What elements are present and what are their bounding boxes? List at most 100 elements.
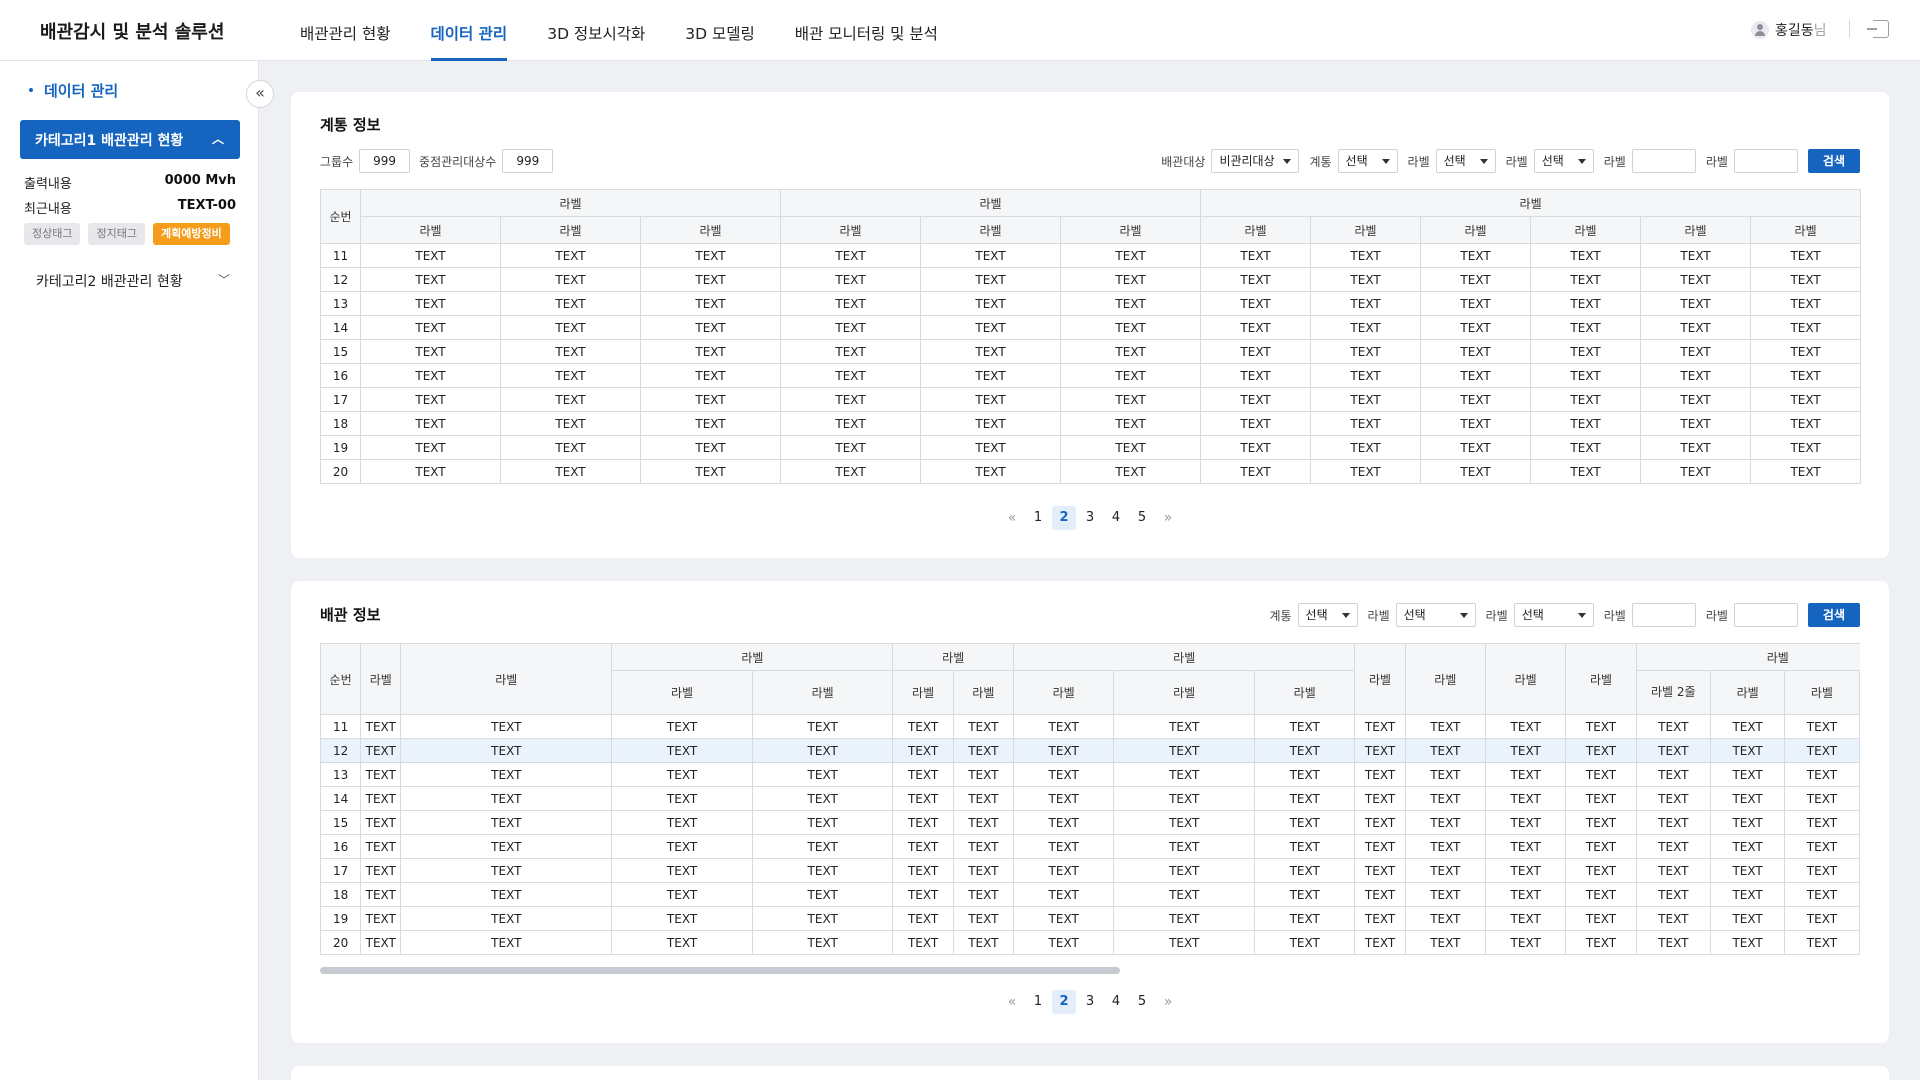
label-input-1[interactable] [1631, 603, 1696, 627]
table-row[interactable]: 17 TEXT TEXT TEXT TEXT TEXT TEXT TEXT TEXT TEXT TE… [320, 387, 1862, 412]
table-cell: TEXT [1310, 243, 1422, 268]
search-button[interactable]: 검색 [1807, 603, 1860, 627]
page-number[interactable]: 3 [1078, 990, 1102, 1014]
col-header: 라벨 [1200, 216, 1312, 244]
table-row[interactable]: 18 TEXT TEXT TEXT TEXT TEXT TEXT TEXT TEXT TEXT TE… [320, 882, 1860, 907]
system-info-panel: 계통 정보 그룹수 999 중점관리대상수 999 배관대상 비관리대상 계통 … [291, 92, 1889, 558]
system-select[interactable]: 선택 [1297, 603, 1358, 627]
table-cell: TEXT [639, 315, 782, 340]
table-cell: TEXT [400, 762, 613, 787]
table-cell: TEXT [1012, 834, 1115, 859]
table-row[interactable]: 11 TEXT TEXT TEXT TEXT TEXT TEXT TEXT TEXT TEXT TE… [320, 243, 1862, 268]
table-cell: TEXT [1420, 459, 1532, 484]
table-cell: TEXT [360, 267, 501, 292]
nav-item-monitoring-analysis[interactable]: 배관 모니터링 및 분석 [795, 0, 938, 61]
table-cell: TEXT [1484, 834, 1567, 859]
table-row[interactable]: 18 TEXT TEXT TEXT TEXT TEXT TEXT TEXT TEXT TEXT TE… [320, 411, 1862, 436]
table-cell: TEXT [611, 714, 753, 739]
page-number[interactable]: 2 [1052, 990, 1076, 1014]
table-row[interactable]: 15 TEXT TEXT TEXT TEXT TEXT TEXT TEXT TEXT TEXT TE… [320, 339, 1862, 364]
label-input-2[interactable] [1733, 149, 1798, 173]
table-row[interactable]: 16 TEXT TEXT TEXT TEXT TEXT TEXT TEXT TEXT TEXT TE… [320, 834, 1860, 859]
table-row[interactable]: 12 TEXT TEXT TEXT TEXT TEXT TEXT TEXT TEXT TEXT TE… [320, 738, 1860, 763]
table-cell: TEXT [1060, 363, 1202, 388]
table-cell: TEXT [1784, 906, 1860, 931]
table-row[interactable]: 14 TEXT TEXT TEXT TEXT TEXT TEXT TEXT TEXT TEXT TE… [320, 315, 1862, 340]
table-cell: TEXT [1640, 243, 1752, 268]
page-number[interactable]: 1 [1026, 990, 1050, 1014]
page-number[interactable]: 5 [1130, 506, 1154, 530]
table-row[interactable]: 11 TEXT TEXT TEXT TEXT TEXT TEXT TEXT TEXT TEXT TE… [320, 714, 1860, 739]
nav-item-3d-visualization[interactable]: 3D 정보시각화 [547, 0, 645, 61]
col-header [1858, 670, 1860, 715]
next-page-icon[interactable]: » [1156, 506, 1180, 530]
table-cell [1858, 762, 1860, 787]
table-row[interactable]: 12 TEXT TEXT TEXT TEXT TEXT TEXT TEXT TEXT TEXT TE… [320, 267, 1862, 292]
table-cell: TEXT [952, 786, 1014, 811]
table-cell: TEXT [1750, 411, 1862, 436]
table-cell: TEXT [1565, 714, 1637, 739]
table-cell: TEXT [1565, 834, 1637, 859]
table-row[interactable]: 19 TEXT TEXT TEXT TEXT TEXT TEXT TEXT TEXT TEXT TE… [320, 906, 1860, 931]
label-select-2[interactable]: 선택 [1533, 149, 1594, 173]
table-row[interactable]: 19 TEXT TEXT TEXT TEXT TEXT TEXT TEXT TEXT TEXT TE… [320, 435, 1862, 460]
table-row[interactable]: 13 TEXT TEXT TEXT TEXT TEXT TEXT TEXT TEXT TEXT TE… [320, 762, 1860, 787]
table-cell: TEXT [892, 906, 954, 931]
label-input-2[interactable] [1733, 603, 1798, 627]
group-header: 라벨 [611, 643, 894, 671]
table-row[interactable]: 20 TEXT TEXT TEXT TEXT TEXT TEXT TEXT TEXT TEXT TE… [320, 930, 1860, 955]
label-select-1[interactable]: 선택 [1395, 603, 1476, 627]
table-cell: TEXT [500, 339, 641, 364]
pipe-target-select[interactable]: 비관리대상 [1211, 149, 1300, 173]
page-number[interactable]: 5 [1130, 990, 1154, 1014]
table-cell: TEXT [952, 858, 1014, 883]
table-cell: TEXT [1530, 339, 1642, 364]
sidebar-category-2[interactable]: 카테고리2 배관관리 현황 ﹀ [36, 271, 230, 291]
table-cell: TEXT [360, 738, 402, 763]
sidebar-collapse-button[interactable]: « [246, 80, 274, 108]
tag-planned-maintenance[interactable]: 계획예방정비 [152, 223, 230, 245]
table-cell: TEXT [1113, 834, 1255, 859]
label-input-1[interactable] [1631, 149, 1696, 173]
table-cell: TEXT [1530, 315, 1642, 340]
table-cell: TEXT [1784, 834, 1860, 859]
logout-icon[interactable] [1867, 20, 1889, 38]
table-cell: TEXT [1640, 459, 1752, 484]
page-number[interactable]: 4 [1104, 990, 1128, 1014]
nav-item-pipe-status[interactable]: 배관관리 현황 [300, 0, 391, 61]
table-cell: TEXT [400, 810, 613, 835]
page-number[interactable]: 1 [1026, 506, 1050, 530]
table-cell: TEXT [920, 363, 1062, 388]
prev-page-icon[interactable]: « [1000, 990, 1024, 1014]
table-row[interactable]: 15 TEXT TEXT TEXT TEXT TEXT TEXT TEXT TEXT TEXT TE… [320, 810, 1860, 835]
table-cell: TEXT [1565, 786, 1637, 811]
col-header: 라벨 [1310, 216, 1422, 244]
tag-stopped[interactable]: 정지태그 [88, 223, 145, 245]
table-cell: TEXT [1253, 858, 1356, 883]
system-select[interactable]: 선택 [1337, 149, 1398, 173]
tag-normal[interactable]: 정상태그 [24, 223, 81, 245]
label-select-1[interactable]: 선택 [1435, 149, 1496, 173]
page-number[interactable]: 4 [1104, 506, 1128, 530]
col-header: 라벨 [1012, 670, 1115, 715]
nav-item-data-management[interactable]: 데이터 관리 [430, 0, 507, 61]
table-row[interactable]: 16 TEXT TEXT TEXT TEXT TEXT TEXT TEXT TEXT TEXT TE… [320, 363, 1862, 388]
page-number[interactable]: 3 [1078, 506, 1102, 530]
page-number[interactable]: 2 [1052, 506, 1076, 530]
horizontal-scrollbar[interactable] [320, 967, 1120, 974]
next-page-icon[interactable]: » [1156, 990, 1180, 1014]
table-row[interactable]: 14 TEXT TEXT TEXT TEXT TEXT TEXT TEXT TEXT TEXT TE… [320, 786, 1860, 811]
table-row[interactable]: 17 TEXT TEXT TEXT TEXT TEXT TEXT TEXT TEXT TEXT TE… [320, 858, 1860, 883]
table-row[interactable]: 20 TEXT TEXT TEXT TEXT TEXT TEXT TEXT TEXT TEXT TE… [320, 459, 1862, 484]
label-select-2[interactable]: 선택 [1513, 603, 1594, 627]
sidebar-category-1[interactable]: 카테고리1 배관관리 현황 ︿ [20, 120, 240, 159]
nav-item-3d-modeling[interactable]: 3D 모델링 [685, 0, 755, 61]
table-row[interactable]: 13 TEXT TEXT TEXT TEXT TEXT TEXT TEXT TEXT TEXT TE… [320, 291, 1862, 316]
user-menu[interactable]: 홍길동 님 [1751, 20, 1827, 40]
prev-page-icon[interactable]: « [1000, 506, 1024, 530]
row-number: 19 [320, 906, 362, 931]
search-button[interactable]: 검색 [1807, 149, 1860, 173]
pipe-table-scroll[interactable]: 순번 라벨 라벨 라벨 라벨 라벨 라벨 라벨 라벨 라벨 라벨 라벨 라벨 라벨 라벨 라벨 라벨 라벨 라벨 2… [320, 643, 1860, 961]
table-cell: TEXT [1253, 786, 1356, 811]
table-cell: TEXT [892, 930, 954, 955]
